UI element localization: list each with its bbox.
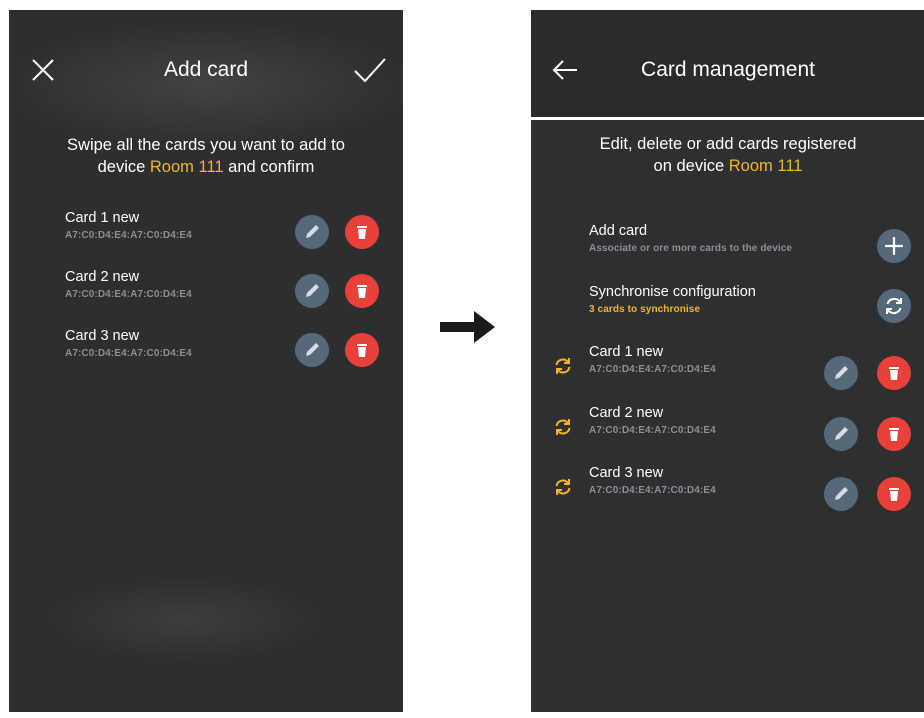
- pencil-icon: [835, 427, 848, 440]
- delete-button[interactable]: [877, 477, 911, 511]
- edit-button[interactable]: [295, 333, 329, 367]
- instructions-line2: on device Room 111: [551, 155, 905, 177]
- trash-icon: [357, 344, 367, 357]
- pencil-icon: [306, 225, 319, 238]
- add-card-row[interactable]: Add card Associate or ore more cards to …: [531, 223, 924, 273]
- card-name: Card 2 new: [589, 405, 664, 421]
- sync-icon: [886, 298, 902, 314]
- card-name: Card 2 new: [65, 269, 140, 285]
- card-row: Card 1 new A7:C0:D4:E4:A7:C0:D4:E4: [9, 210, 403, 260]
- card-row: Card 2 new A7:C0:D4:E4:A7:C0:D4:E4: [9, 269, 403, 319]
- edit-button[interactable]: [824, 417, 858, 451]
- delete-button[interactable]: [345, 215, 379, 249]
- pencil-icon: [306, 343, 319, 356]
- instructions-text: on device: [653, 157, 729, 175]
- card-id: A7:C0:D4:E4:A7:C0:D4:E4: [65, 348, 192, 359]
- trash-icon: [357, 226, 367, 239]
- card-id: A7:C0:D4:E4:A7:C0:D4:E4: [589, 485, 716, 496]
- sync-pending-icon: [553, 477, 573, 497]
- pencil-icon: [306, 284, 319, 297]
- instructions-text: and confirm: [223, 158, 315, 176]
- sync-title: Synchronise configuration: [589, 284, 756, 300]
- page-title: Add card: [163, 58, 249, 81]
- sync-row[interactable]: Synchronise configuration 3 cards to syn…: [531, 284, 924, 334]
- trash-icon: [889, 428, 899, 441]
- card-row: Card 1 new A7:C0:D4:E4:A7:C0:D4:E4: [531, 344, 924, 394]
- card-name: Card 3 new: [65, 328, 140, 344]
- plus-icon: [885, 237, 903, 255]
- instructions: Swipe all the cards you want to add to d…: [29, 134, 383, 178]
- sync-button[interactable]: [877, 289, 911, 323]
- check-icon[interactable]: [353, 56, 387, 84]
- page-title: Card management: [641, 58, 815, 81]
- card-management-screen: Card management Edit, delete or add card…: [531, 10, 924, 712]
- card-row: Card 3 new A7:C0:D4:E4:A7:C0:D4:E4: [9, 328, 403, 378]
- instructions: Edit, delete or add cards registered on …: [551, 133, 905, 177]
- add-card-screen: Add card Swipe all the cards you want to…: [9, 10, 403, 712]
- delete-button[interactable]: [345, 274, 379, 308]
- trash-icon: [357, 285, 367, 298]
- add-card-button[interactable]: [877, 229, 911, 263]
- sync-pending-icon: [553, 356, 573, 376]
- right-arrow-icon: [440, 311, 495, 343]
- header: Card management: [531, 10, 924, 120]
- edit-button[interactable]: [824, 477, 858, 511]
- edit-button[interactable]: [295, 274, 329, 308]
- instructions-line1: Swipe all the cards you want to add to: [67, 136, 345, 154]
- instructions-line2: device Room 111 and confirm: [29, 156, 383, 178]
- add-card-subtitle: Associate or ore more cards to the devic…: [589, 243, 793, 254]
- device-name: Room 111: [728, 157, 803, 175]
- card-id: A7:C0:D4:E4:A7:C0:D4:E4: [589, 425, 716, 436]
- card-id: A7:C0:D4:E4:A7:C0:D4:E4: [65, 230, 192, 241]
- instructions-line1: Edit, delete or add cards registered: [599, 135, 857, 153]
- add-card-title: Add card: [589, 223, 648, 239]
- pencil-icon: [835, 366, 848, 379]
- trash-icon: [889, 367, 899, 380]
- card-id: A7:C0:D4:E4:A7:C0:D4:E4: [589, 364, 716, 375]
- card-row: Card 3 new A7:C0:D4:E4:A7:C0:D4:E4: [531, 465, 924, 515]
- header: Add card: [9, 10, 403, 120]
- card-name: Card 1 new: [65, 210, 140, 226]
- trash-icon: [889, 488, 899, 501]
- delete-button[interactable]: [877, 356, 911, 390]
- device-name: Room 111: [149, 158, 224, 176]
- delete-button[interactable]: [345, 333, 379, 367]
- delete-button[interactable]: [877, 417, 911, 451]
- card-name: Card 3 new: [589, 465, 664, 481]
- sync-pending-icon: [553, 417, 573, 437]
- edit-button[interactable]: [824, 356, 858, 390]
- card-row: Card 2 new A7:C0:D4:E4:A7:C0:D4:E4: [531, 405, 924, 455]
- sync-subtitle: 3 cards to synchronise: [589, 304, 701, 315]
- pencil-icon: [835, 487, 848, 500]
- edit-button[interactable]: [295, 215, 329, 249]
- card-id: A7:C0:D4:E4:A7:C0:D4:E4: [65, 289, 192, 300]
- card-name: Card 1 new: [589, 344, 664, 360]
- instructions-text: device: [97, 158, 150, 176]
